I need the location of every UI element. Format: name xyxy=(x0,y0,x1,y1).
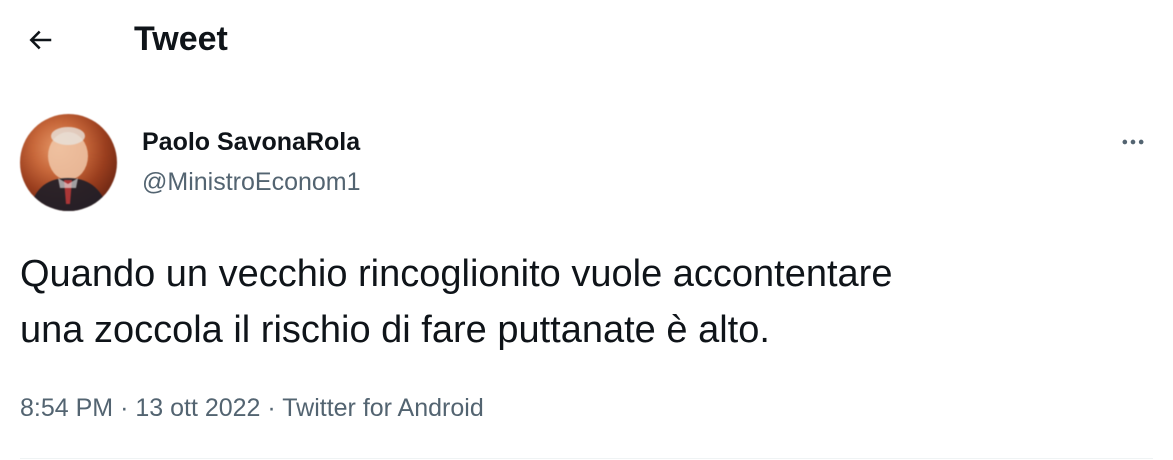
tweet-time: 8:54 PM xyxy=(20,394,114,422)
meta-separator: · xyxy=(120,394,129,422)
more-horizontal-icon xyxy=(1122,139,1144,145)
more-options-button[interactable] xyxy=(1113,122,1153,162)
avatar-photo xyxy=(30,127,108,211)
tweet-meta: 8:54 PM · 13 ott 2022 · Twitter for Andr… xyxy=(20,390,484,426)
back-button[interactable] xyxy=(18,18,62,62)
arrow-left-icon xyxy=(29,30,52,50)
tweet-author: Paolo SavonaRola @MinistroEconom1 xyxy=(20,114,1153,214)
author-handle[interactable]: @MinistroEconom1 xyxy=(142,166,361,198)
tweet-timestamp-link[interactable]: 8:54 PM · 13 ott 2022 xyxy=(20,394,260,422)
tweet-text: Quando un vecchio rincoglionito vuole ac… xyxy=(20,253,893,351)
avatar[interactable] xyxy=(20,114,117,211)
divider xyxy=(20,458,1153,459)
top-header: Tweet xyxy=(0,0,1173,80)
page-title: Tweet xyxy=(134,20,228,58)
meta-separator: · xyxy=(267,394,276,422)
author-name[interactable]: Paolo SavonaRola xyxy=(142,126,360,158)
tweet-date: 13 ott 2022 xyxy=(135,394,261,422)
tweet-source-link[interactable]: Twitter for Android xyxy=(282,394,483,422)
